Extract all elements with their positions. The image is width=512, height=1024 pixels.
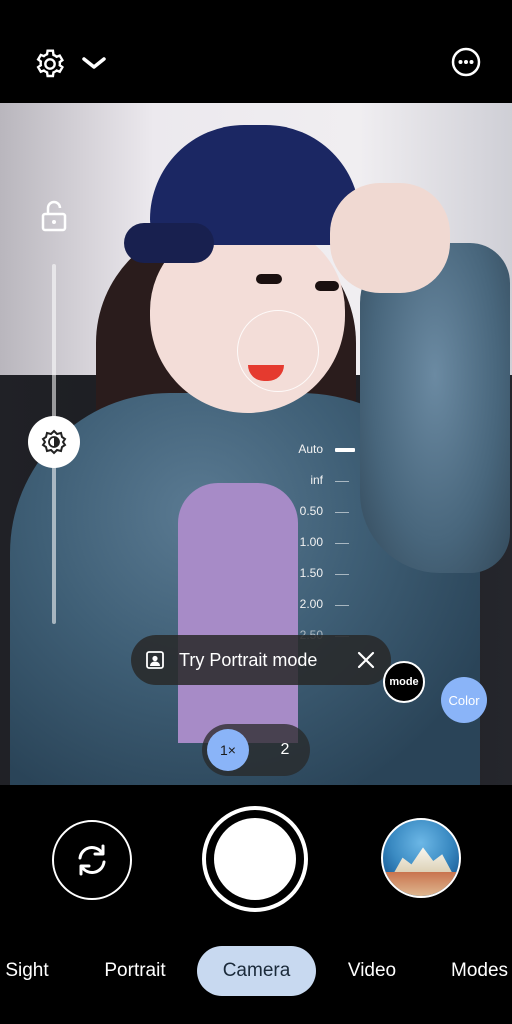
focus-scale-label: 2.00 <box>299 597 323 611</box>
brightness-icon <box>41 429 67 455</box>
switch-camera-icon <box>78 844 106 876</box>
portrait-mode-hint[interactable]: Try Portrait mode <box>131 635 391 685</box>
subject-eye <box>256 274 282 284</box>
focus-scale-item[interactable]: 1.50 <box>280 566 370 586</box>
focus-scale-item[interactable]: Auto <box>280 442 370 462</box>
portrait-icon <box>146 651 164 669</box>
close-icon[interactable] <box>355 649 377 671</box>
top-bar <box>0 0 512 103</box>
subject-cap-brim <box>124 223 214 263</box>
focus-scale-label: Auto <box>298 442 323 456</box>
tab-video[interactable]: Video <box>336 946 408 996</box>
mode-button[interactable]: mode <box>383 661 425 703</box>
focus-scale-item[interactable]: 0.50 <box>280 504 370 524</box>
color-button[interactable]: Color <box>441 677 487 723</box>
tab-portrait[interactable]: Portrait <box>92 946 178 996</box>
exposure-slider-thumb[interactable] <box>28 416 80 468</box>
focus-scale-item[interactable]: 1.00 <box>280 535 370 555</box>
hint-text: Try Portrait mode <box>179 649 318 670</box>
focus-scale-label: inf <box>310 473 323 487</box>
focus-scale-label: 0.50 <box>299 504 323 518</box>
gallery-thumbnail[interactable] <box>381 818 461 898</box>
focus-ring <box>237 310 319 392</box>
focus-scale-tick <box>335 543 349 544</box>
focus-scale-item[interactable]: 2.00 <box>280 597 370 617</box>
focus-scale-tick <box>335 448 355 452</box>
more-options-icon[interactable] <box>446 42 486 82</box>
focus-scale-tick <box>335 605 349 606</box>
focus-scale-tick <box>335 512 349 513</box>
focus-scale-item[interactable]: inf <box>280 473 370 493</box>
chevron-down-icon[interactable] <box>78 48 110 80</box>
tab-camera[interactable]: Camera <box>197 946 316 996</box>
zoom-2x-button[interactable]: 2 <box>264 729 306 771</box>
switch-camera-button[interactable] <box>52 820 132 900</box>
subject-eye <box>315 281 339 291</box>
focus-scale-label: 1.00 <box>299 535 323 549</box>
thumbnail-ground <box>383 872 459 896</box>
tab-sight[interactable]: Sight <box>0 946 54 996</box>
shutter-inner <box>214 818 296 900</box>
exposure-lock-icon[interactable] <box>38 198 70 234</box>
mode-tabs: Sight Portrait Camera Video Modes <box>0 946 512 996</box>
zoom-selector: 1× 2 <box>202 724 310 776</box>
settings-gear-icon[interactable] <box>30 44 70 84</box>
focus-scale-tick <box>335 481 349 482</box>
focus-scale-label: 1.50 <box>299 566 323 580</box>
zoom-1x-button[interactable]: 1× <box>207 729 249 771</box>
focus-scale-tick <box>335 574 349 575</box>
tab-modes[interactable]: Modes <box>444 946 512 996</box>
subject-hand <box>330 183 450 293</box>
shutter-button[interactable] <box>202 806 308 912</box>
